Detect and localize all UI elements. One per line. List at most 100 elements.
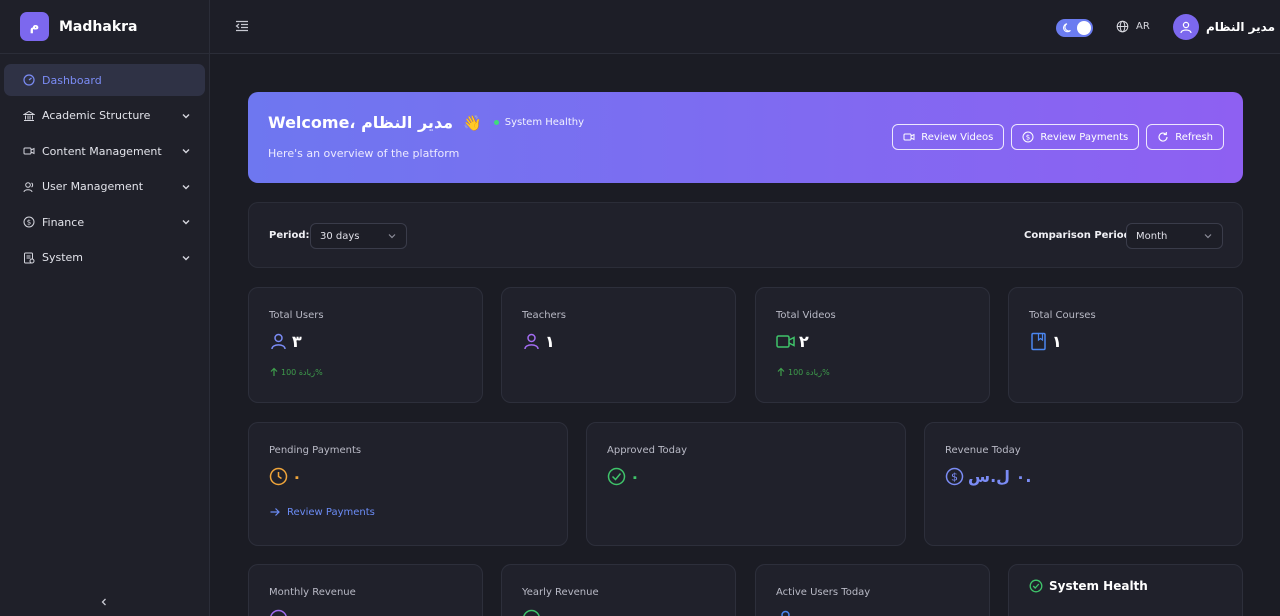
sidebar-item-label: Academic Structure xyxy=(42,109,151,122)
stat-title: Monthly Revenue xyxy=(269,587,356,598)
chevron-down-icon xyxy=(182,255,190,260)
language-switcher[interactable]: AR xyxy=(1116,20,1150,33)
globe-icon xyxy=(1116,20,1129,33)
stat-title: Revenue Today xyxy=(945,445,1021,456)
stat-title: Pending Payments xyxy=(269,445,362,456)
topbar: AR مدير النظام xyxy=(210,0,1280,54)
trend-indicator: زيادة 100% xyxy=(776,367,830,377)
trend-label: زيادة 100% xyxy=(788,367,830,377)
stat-card-total-users: Total Users ٣ زيادة 100% xyxy=(248,287,483,403)
arrow-up-icon xyxy=(777,367,785,376)
language-label: AR xyxy=(1136,21,1150,32)
sidebar-item-label: Dashboard xyxy=(42,73,102,87)
stat-title: Active Users Today xyxy=(776,587,871,598)
chevron-down-icon xyxy=(182,220,190,225)
comparison-period-label: Comparison Period: xyxy=(1024,230,1135,241)
user-icon xyxy=(781,610,790,616)
sidebar-item-label: System xyxy=(42,251,84,264)
chart-icon xyxy=(523,609,540,616)
stat-value: ٢ xyxy=(799,332,809,351)
system-status-label: System Healthy xyxy=(504,117,585,128)
stat-value: ٠ xyxy=(630,467,640,486)
arrow-up-icon xyxy=(270,367,278,376)
dollar-circle-icon: $ xyxy=(1022,131,1034,143)
sidebar-item-finance[interactable]: $ Finance xyxy=(4,206,205,238)
system-health-panel: System Health xyxy=(1008,564,1243,616)
stat-title: Yearly Revenue xyxy=(522,587,599,598)
user-menu[interactable]: مدير النظام xyxy=(1173,14,1275,40)
svg-text:$: $ xyxy=(26,219,30,227)
trend-indicator: زيادة 100% xyxy=(269,367,323,377)
stat-card-total-courses: Total Courses ١ xyxy=(1008,287,1243,403)
stat-card-monthly-revenue: Monthly Revenue xyxy=(248,564,483,616)
stat-card-approved-today: Approved Today ٠ xyxy=(586,422,906,546)
system-health-label: System Health xyxy=(1049,579,1148,593)
institution-icon xyxy=(22,109,35,122)
stat-title: Total Videos xyxy=(776,310,836,321)
stat-title: Teachers xyxy=(522,310,566,321)
svg-text:$: $ xyxy=(1026,134,1030,142)
stat-value: ٣ xyxy=(292,332,302,351)
chevron-down-icon xyxy=(182,184,190,189)
chevron-down-icon xyxy=(1204,234,1212,239)
welcome-banner: Welcome، مدير النظام 👋 System Healthy He… xyxy=(248,92,1243,183)
sidebar-item-academic-structure[interactable]: Academic Structure xyxy=(4,100,205,132)
user-icon xyxy=(524,333,539,350)
stat-value: ٠ ل.س. xyxy=(968,467,1032,486)
stat-card-active-users-today: Active Users Today xyxy=(755,564,990,616)
sidebar-item-content-management[interactable]: Content Management xyxy=(4,135,205,167)
sidebar-item-dashboard[interactable]: Dashboard xyxy=(4,64,205,96)
collapse-sidebar-button[interactable] xyxy=(96,594,112,610)
banner-subtitle: Here's an overview of the platform xyxy=(268,147,460,160)
system-icon xyxy=(22,251,35,264)
dollar-circle-icon xyxy=(270,609,287,616)
stat-title: Total Courses xyxy=(1029,310,1096,321)
video-icon xyxy=(22,145,35,158)
system-health-title: System Health xyxy=(1029,579,1148,593)
brand-logo: م xyxy=(20,12,49,41)
theme-toggle[interactable] xyxy=(1056,19,1093,37)
avatar xyxy=(1173,14,1199,40)
period-label: Period: xyxy=(269,230,310,241)
review-videos-label: Review Videos xyxy=(921,131,994,143)
comparison-period-value: Month xyxy=(1136,230,1168,242)
menu-toggle-button[interactable] xyxy=(234,18,250,34)
welcome-heading: Welcome، مدير النظام 👋 System Healthy xyxy=(268,113,584,132)
refresh-label: Refresh xyxy=(1175,131,1213,143)
sidebar-item-label: User Management xyxy=(42,180,144,193)
welcome-text: Welcome، مدير النظام xyxy=(268,113,454,132)
refresh-icon xyxy=(1158,132,1168,142)
trend-label: زيادة 100% xyxy=(281,367,323,377)
review-payments-label: Review Payments xyxy=(1040,131,1129,143)
video-icon xyxy=(903,133,915,141)
stat-card-revenue-today: Revenue Today $ ٠ ل.س. xyxy=(924,422,1243,546)
period-select[interactable]: 30 days xyxy=(310,223,407,249)
check-circle-icon xyxy=(607,467,626,486)
user-name: مدير النظام xyxy=(1206,20,1276,34)
chevron-left-icon xyxy=(101,598,106,606)
status-dot xyxy=(493,120,499,125)
wave-emoji: 👋 xyxy=(463,113,482,132)
sidebar-item-label: Content Management xyxy=(42,144,162,158)
arrow-right-icon xyxy=(270,508,280,516)
sidebar-item-user-management[interactable]: User Management xyxy=(4,171,205,203)
review-payments-link-label: Review Payments xyxy=(287,506,375,518)
chevron-down-icon xyxy=(182,113,190,118)
stat-value: ٠ xyxy=(292,467,302,486)
clock-icon xyxy=(269,467,288,486)
comparison-period-select[interactable]: Month xyxy=(1126,223,1223,249)
refresh-button[interactable]: Refresh xyxy=(1146,124,1224,150)
users-icon xyxy=(22,180,35,193)
review-videos-button[interactable]: Review Videos xyxy=(892,124,1005,150)
review-payments-link[interactable]: Review Payments xyxy=(269,506,375,518)
dollar-circle-icon: $ xyxy=(945,467,964,486)
brand-name: Madhakra xyxy=(59,18,138,35)
brand[interactable]: م Madhakra xyxy=(0,0,209,54)
filter-bar: Period: 30 days Comparison Period: Month xyxy=(248,202,1243,268)
sidebar-item-label: Finance xyxy=(42,215,85,229)
system-status-badge: System Healthy xyxy=(493,117,585,128)
stat-card-teachers: Teachers ١ xyxy=(501,287,736,403)
review-payments-button[interactable]: $ Review Payments xyxy=(1011,124,1140,150)
stat-title: Total Users xyxy=(269,310,324,321)
sidebar-item-system[interactable]: System xyxy=(4,242,205,274)
